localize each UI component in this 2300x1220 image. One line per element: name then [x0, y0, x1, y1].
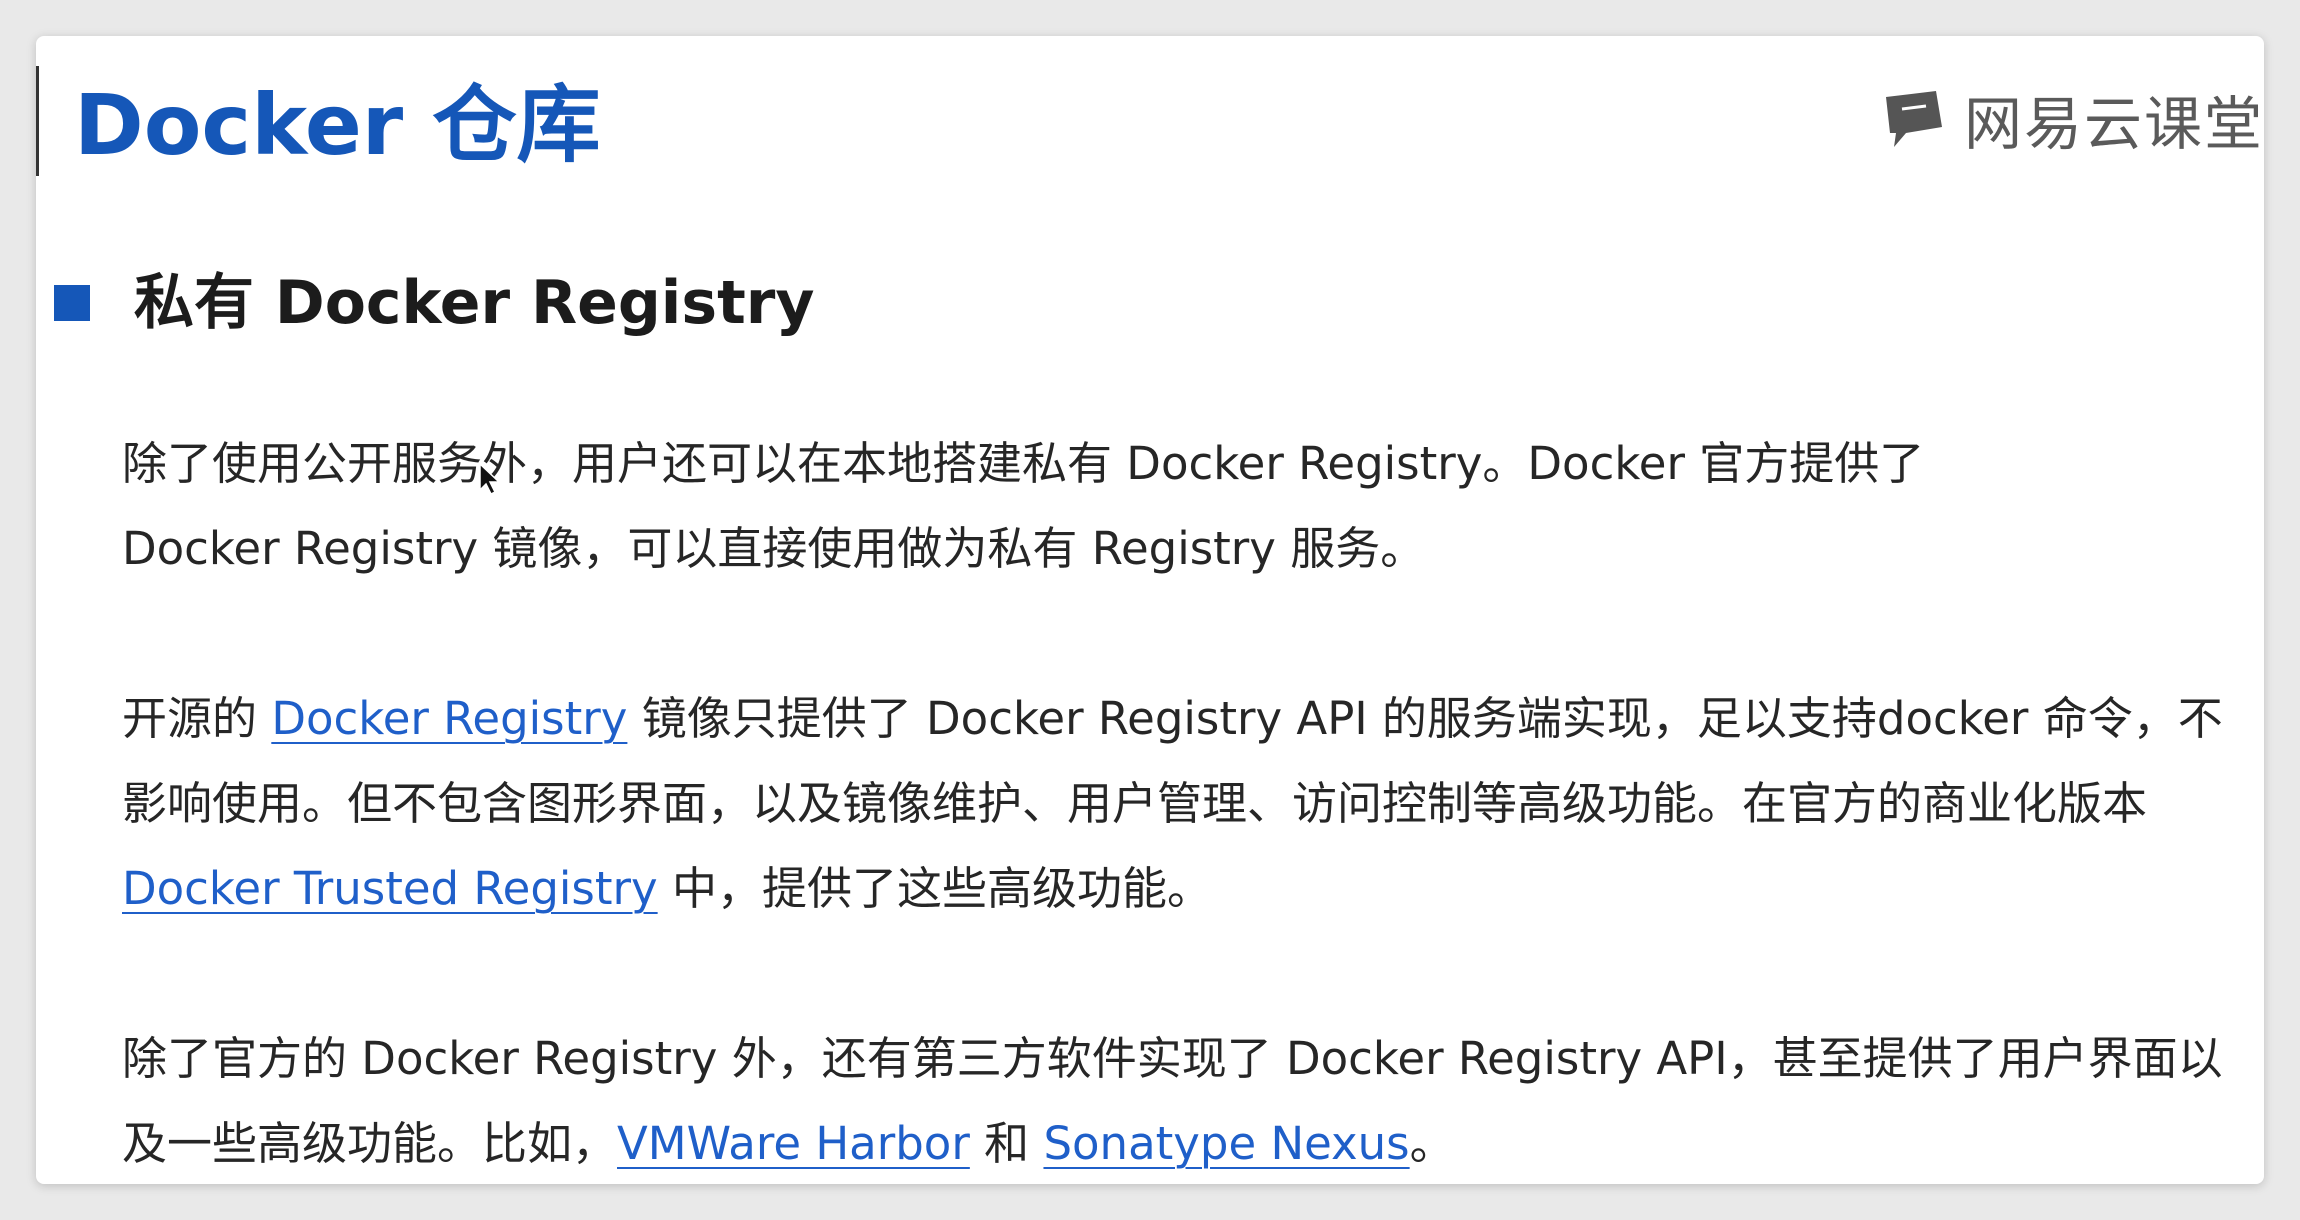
text-segment: 和 — [969, 1117, 1044, 1170]
paragraph: 开源的 Docker Registry 镜像只提供了 Docker Regist… — [122, 676, 2262, 931]
text-segment: 除了官方的 Docker Registry 外，还有第三方软件实现了 Docke… — [122, 1032, 2223, 1085]
paragraph: 除了官方的 Docker Registry 外，还有第三方软件实现了 Docke… — [122, 1016, 2262, 1184]
body-text: 除了使用公开服务外，用户还可以在本地搭建私有 Docker Registry。D… — [122, 421, 2262, 1184]
bullet-square-icon — [54, 285, 90, 321]
paragraph: 除了使用公开服务外，用户还可以在本地搭建私有 Docker Registry。D… — [122, 421, 2262, 591]
slide: Docker 仓库 网易云课堂 私有 Docker Registry 除了使用公… — [36, 36, 2264, 1184]
title-rule — [36, 66, 39, 176]
text-segment: 。 — [1409, 1117, 1455, 1170]
section-title: 私有 Docker Registry — [134, 268, 815, 338]
text-segment: 中，提供了这些高级功能。 — [657, 862, 1212, 915]
link[interactable]: VMWare Harbor — [617, 1117, 970, 1170]
chat-bubble-icon — [1885, 91, 1942, 147]
text-segment: Docker Registry 镜像，可以直接使用做为私有 Registry 服… — [122, 522, 1426, 575]
mouse-cursor-icon — [479, 462, 501, 496]
section-heading: 私有 Docker Registry — [54, 258, 814, 348]
text-segment: 影响使用。但不包含图形界面，以及镜像维护、用户管理、访问控制等高级功能。在官方的… — [122, 777, 2148, 830]
slide-title: Docker 仓库 — [74, 76, 601, 174]
link[interactable]: Docker Trusted Registry — [122, 862, 658, 915]
brand-logo: 网易云课堂 — [1882, 74, 2264, 164]
link[interactable]: Docker Registry — [271, 692, 627, 745]
link[interactable]: Sonatype Nexus — [1043, 1117, 1409, 1170]
text-segment: 镜像只提供了 Docker Registry API 的服务端实现，足以支持do… — [627, 692, 2223, 745]
text-segment: 及一些高级功能。比如， — [122, 1117, 618, 1170]
brand-text: 网易云课堂 — [1963, 90, 2264, 158]
text-segment: 开源的 — [122, 692, 272, 745]
text-segment: 除了使用公开服务外，用户还可以在本地搭建私有 Docker Registry。D… — [122, 437, 1925, 490]
